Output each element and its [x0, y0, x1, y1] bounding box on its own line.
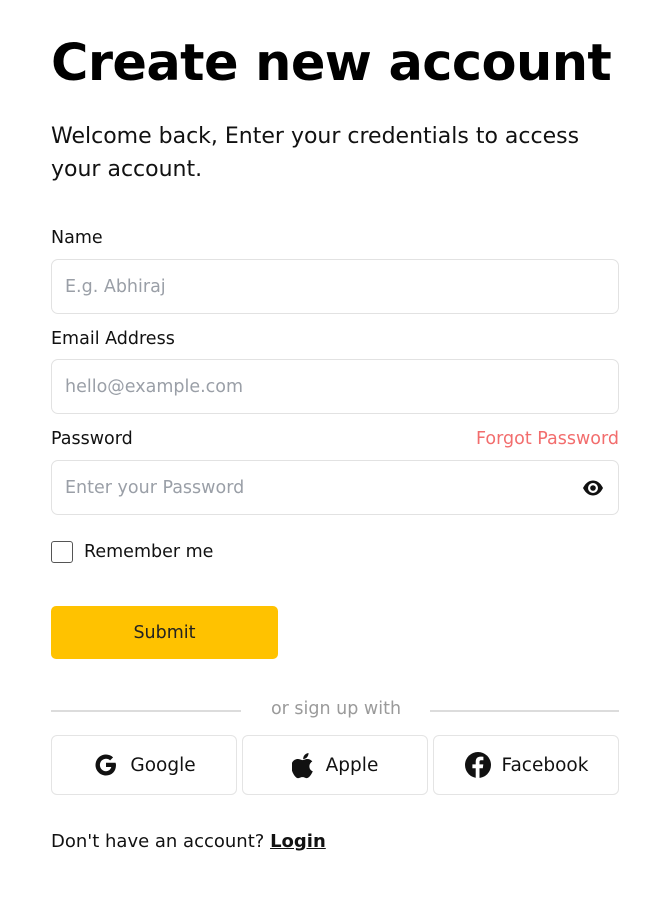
forgot-password-link[interactable]: Forgot Password	[476, 429, 619, 449]
google-label: Google	[130, 754, 196, 776]
password-input[interactable]	[52, 461, 618, 514]
facebook-icon	[464, 751, 492, 779]
facebook-label: Facebook	[501, 754, 589, 776]
google-icon	[92, 751, 120, 779]
apple-signup-button[interactable]: Apple	[242, 735, 428, 795]
name-input[interactable]	[52, 260, 618, 313]
email-input[interactable]	[52, 360, 618, 413]
eye-icon[interactable]	[582, 479, 604, 497]
email-field-container	[51, 359, 619, 414]
signup-footer: Don't have an account? Login	[51, 831, 326, 852]
divider-text: or sign up with	[270, 699, 402, 719]
submit-button[interactable]: Submit	[51, 606, 278, 659]
footer-prompt: Don't have an account?	[51, 831, 265, 852]
name-label: Name	[51, 228, 103, 248]
password-field-container	[51, 460, 619, 515]
facebook-signup-button[interactable]: Facebook	[433, 735, 619, 795]
remember-me-label: Remember me	[84, 542, 214, 562]
name-field-container	[51, 259, 619, 314]
remember-me-checkbox[interactable]	[51, 541, 73, 563]
apple-label: Apple	[325, 754, 379, 776]
divider-line-left	[51, 710, 241, 712]
apple-icon	[291, 751, 316, 779]
remember-me-option[interactable]: Remember me	[51, 541, 213, 563]
email-label: Email Address	[51, 329, 175, 349]
login-link[interactable]: Login	[270, 831, 326, 852]
password-label: Password	[51, 429, 133, 449]
divider-line-right	[430, 710, 619, 712]
create-account-page: Create new account Welcome back, Enter y…	[0, 0, 669, 897]
page-subtitle: Welcome back, Enter your credentials to …	[51, 124, 580, 182]
google-signup-button[interactable]: Google	[51, 735, 237, 795]
page-title: Create new account	[51, 34, 612, 93]
